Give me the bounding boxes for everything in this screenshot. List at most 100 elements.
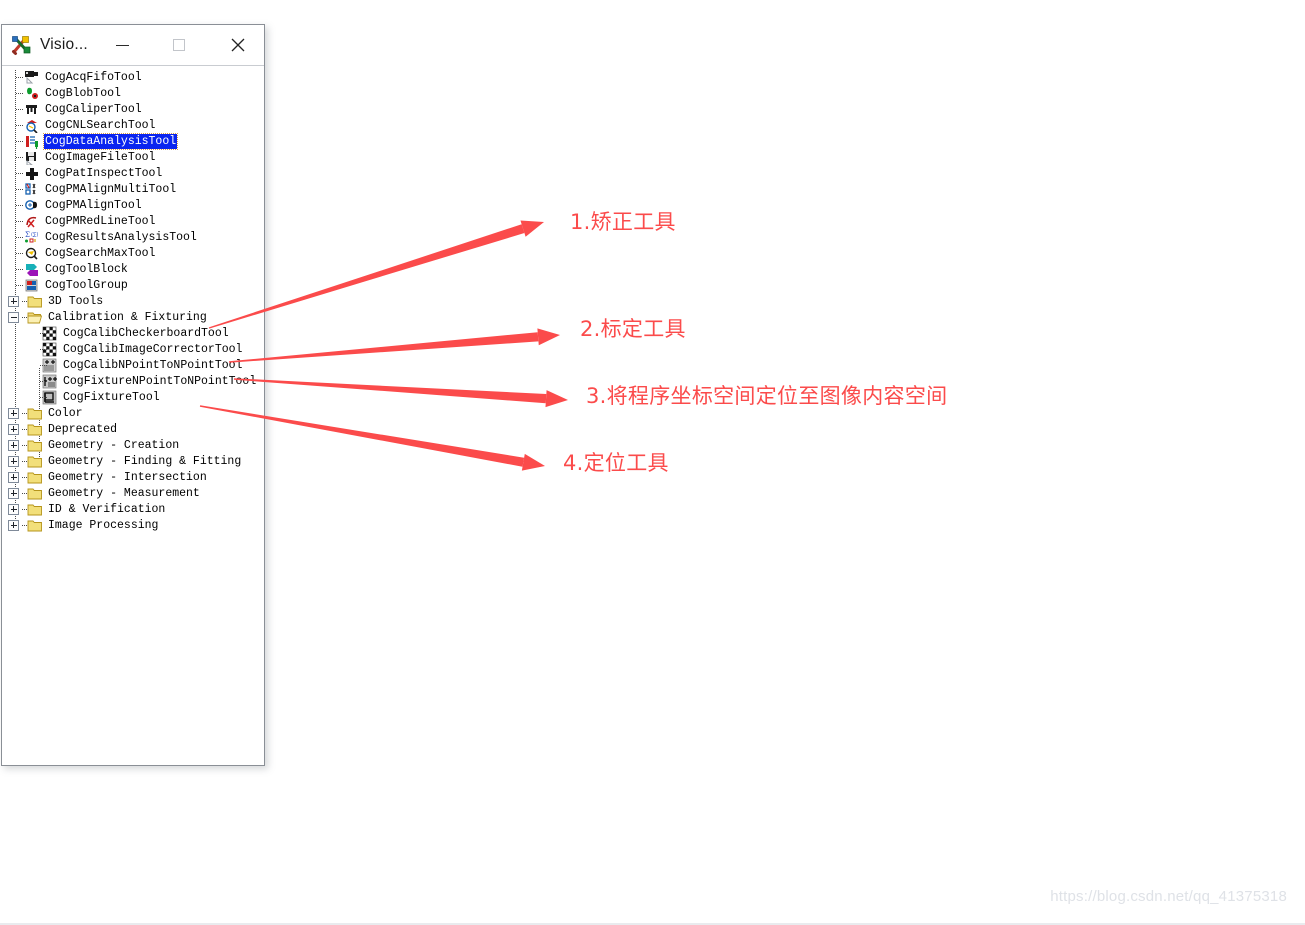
expand-icon[interactable]: [8, 423, 19, 435]
tree-item-label: CogCNLSearchTool: [45, 118, 156, 132]
tree-item-label: CogCalibCheckerboardTool: [63, 326, 229, 340]
data-analysis-icon: [26, 135, 38, 149]
folder-closed-icon: [27, 520, 42, 531]
tree-item-row[interactable]: CogBlobTool: [2, 85, 264, 101]
tree-item-row[interactable]: CogPMRedLineTool: [2, 213, 264, 229]
tree-item-row[interactable]: CogPatInspectTool: [2, 165, 264, 181]
tree-connector: [16, 253, 24, 254]
tree-connector: [16, 93, 24, 94]
folder-closed-icon: [27, 424, 42, 435]
tree-item-label: Geometry - Finding & Fitting: [48, 454, 242, 468]
tree-connector: [16, 173, 24, 174]
tree-item-row[interactable]: CogCalibCheckerboardTool: [2, 325, 264, 341]
tree-connector: [16, 285, 24, 286]
tree-connector: [16, 125, 24, 126]
minimize-button[interactable]: [100, 25, 144, 65]
tree-item-label: CogSearchMaxTool: [45, 246, 156, 260]
tree-item-label: CogFixtureTool: [63, 390, 160, 404]
tree-item-row[interactable]: Σ (∑) CogResultsAnalysisTool: [2, 229, 264, 245]
tree-connector: [40, 365, 47, 366]
tree-connector: [40, 349, 47, 350]
tree-item-row[interactable]: CogCNLSearchTool: [2, 117, 264, 133]
tree-item-label: CogCalibNPointToNPointTool: [63, 358, 243, 372]
tree-item-row[interactable]: CogCalibImageCorrectorTool: [2, 341, 264, 357]
expand-icon[interactable]: [8, 407, 19, 419]
anno-1-text: 1.矫正工具: [570, 210, 676, 234]
tree-item-row[interactable]: CogCalibNPointToNPointTool: [2, 357, 264, 373]
tree-folder-row[interactable]: Geometry - Creation: [2, 437, 264, 453]
tree-folder-row[interactable]: Deprecated: [2, 421, 264, 437]
tree-item-row[interactable]: CogImageFileTool: [2, 149, 264, 165]
tree-item-row[interactable]: CogPMAlignMultiTool: [2, 181, 264, 197]
expand-icon[interactable]: [8, 487, 19, 499]
tree-item-label: CogPMRedLineTool: [45, 214, 156, 228]
expand-icon[interactable]: [8, 519, 19, 531]
collapse-icon[interactable]: [8, 311, 19, 323]
expand-icon[interactable]: [8, 439, 19, 451]
anno-2-text: 2.标定工具: [580, 317, 686, 341]
tree-item-label: CogBlobTool: [45, 86, 121, 100]
expand-icon[interactable]: [8, 295, 19, 307]
anno-3-text: 3.将程序坐标空间定位至图像内容空间: [586, 384, 948, 408]
tree-item-label: Geometry - Measurement: [48, 486, 200, 500]
expand-icon[interactable]: [8, 503, 19, 515]
tool-tree[interactable]: CogAcqFifoTool CogBlobTool CogCaliperTool C…: [2, 66, 264, 765]
tree-item-label: Geometry - Intersection: [48, 470, 207, 484]
tree-item-label: CogAcqFifoTool: [45, 70, 142, 84]
maximize-icon: [173, 39, 185, 51]
watermark: https://blog.csdn.net/qq_41375318: [1050, 888, 1287, 905]
visio-tools-icon: [12, 36, 31, 55]
tree-item-row[interactable]: CogToolGroup: [2, 277, 264, 293]
tree-folder-row[interactable]: Geometry - Measurement: [2, 485, 264, 501]
toolbox-window: Visio... CogAcqFifoTool CogBlobTool CogCal…: [1, 24, 265, 766]
folder-closed-icon: [27, 504, 42, 515]
search-max-icon: [25, 247, 38, 260]
tree-item-row[interactable]: CogDataAnalysisTool: [2, 132, 264, 150]
tree-folder-row[interactable]: 3D Tools: [2, 293, 264, 309]
tree-item-label: Color: [48, 406, 83, 420]
tree-item-label: CogImageFileTool: [45, 150, 156, 164]
tree-item-label: CogPMAlignTool: [45, 198, 142, 212]
tree-folder-row[interactable]: Calibration & Fixturing: [2, 309, 264, 325]
tree-connector: [40, 397, 47, 398]
tree-folder-row[interactable]: Geometry - Intersection: [2, 469, 264, 485]
tree-connector: [16, 237, 24, 238]
tree-item-row[interactable]: CogToolBlock: [2, 261, 264, 277]
tree-item-label: CogPatInspectTool: [45, 166, 163, 180]
disk-icon: [26, 151, 36, 165]
tree-item-row[interactable]: CogCaliperTool: [2, 101, 264, 117]
tree-item-label: CogDataAnalysisTool: [42, 132, 179, 150]
expand-icon[interactable]: [8, 471, 19, 483]
tree-item-row[interactable]: CogAcqFifoTool: [2, 69, 264, 85]
tree-item-label: CogResultsAnalysisTool: [45, 230, 197, 244]
tree-item-label: CogToolBlock: [45, 262, 128, 276]
tree-connector: [16, 141, 24, 142]
tree-folder-row[interactable]: Image Processing: [2, 517, 264, 533]
maximize-button[interactable]: [157, 25, 201, 65]
tree-connector: [16, 205, 24, 206]
folder-closed-icon: [27, 456, 42, 467]
tree-folder-row[interactable]: ID & Verification: [2, 501, 264, 517]
sigma-icon: Σ (∑): [25, 231, 38, 242]
tree-item-row[interactable]: CogFixtureTool: [2, 389, 264, 405]
tree-item-label: 3D Tools: [48, 294, 104, 308]
tree-connector: [40, 333, 47, 334]
title-bar[interactable]: Visio...: [2, 25, 264, 66]
minimize-icon: [115, 44, 129, 46]
arrow-2: [228, 328, 560, 363]
tree-item-row[interactable]: CogSearchMaxTool: [2, 245, 264, 261]
tree-item-row[interactable]: CogFixtureNPointToNPointTool: [2, 373, 264, 389]
tree-item-row[interactable]: CogPMAlignTool: [2, 197, 264, 213]
tree-item-label: CogCalibImageCorrectorTool: [63, 342, 243, 356]
folder-closed-icon: [27, 440, 42, 451]
tree-connector: [16, 109, 24, 110]
close-button[interactable]: [216, 25, 260, 65]
tree-folder-row[interactable]: Color: [2, 405, 264, 421]
anno-4-text: 4.定位工具: [563, 451, 669, 475]
tree-item-label: Image Processing: [48, 518, 159, 532]
cross-icon: [26, 167, 38, 180]
folder-open-icon: [27, 312, 43, 323]
tree-folder-row[interactable]: Geometry - Finding & Fitting: [2, 453, 264, 469]
expand-icon[interactable]: [8, 455, 19, 467]
align-icon: [25, 199, 37, 210]
